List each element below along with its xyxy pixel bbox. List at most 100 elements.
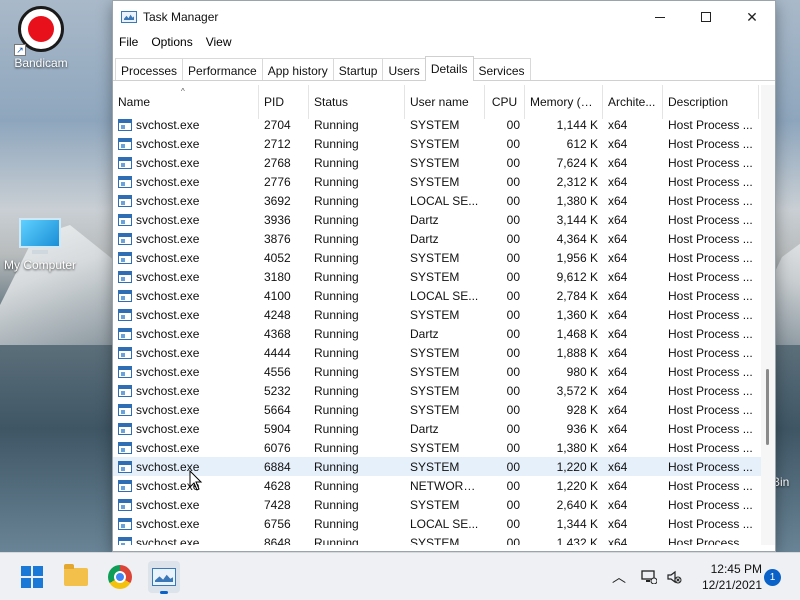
process-icon xyxy=(118,270,132,283)
desktop-icon-bandicam[interactable]: ↗ Bandicam xyxy=(6,6,76,70)
cell-description: Host Process ... xyxy=(668,440,753,455)
table-row[interactable]: svchost.exe 2712 Running SYSTEM 00 612 K x64 Ho… xyxy=(113,134,761,153)
tab-details[interactable]: Details xyxy=(424,56,474,81)
cell-pid: 4368 xyxy=(264,326,291,341)
table-row[interactable]: svchost.exe 7428 Running SYSTEM 00 2,640 K x64… xyxy=(113,495,761,514)
column-header-architecture[interactable]: Archite... xyxy=(603,85,663,119)
tab-strip: Processes Performance App history Startu… xyxy=(113,55,775,81)
process-name: svchost.exe xyxy=(136,231,200,246)
process-name: svchost.exe xyxy=(136,535,200,546)
table-row[interactable]: svchost.exe 3180 Running SYSTEM 00 9,612 K x64… xyxy=(113,267,761,286)
show-hidden-icons-button[interactable]: ︿ xyxy=(612,553,626,600)
column-header-description[interactable]: Description xyxy=(663,85,759,119)
cell-pid: 2768 xyxy=(264,155,291,170)
vertical-scrollbar[interactable] xyxy=(761,85,775,545)
table-row[interactable]: svchost.exe 8648 Running SYSTEM 00 1,432 K x64… xyxy=(113,533,761,545)
tab-services[interactable]: Services xyxy=(472,58,531,80)
cell-status: Running xyxy=(314,440,359,455)
process-icon xyxy=(118,498,132,511)
process-icon xyxy=(118,422,132,435)
table-row[interactable]: svchost.exe 6076 Running SYSTEM 00 1,380 K x64… xyxy=(113,438,761,457)
cell-memory: 3,572 K xyxy=(556,383,598,398)
cell-user-name: SYSTEM xyxy=(410,307,460,322)
cell-name: svchost.exe xyxy=(113,365,259,379)
table-row[interactable]: svchost.exe 3876 Running Dartz 00 4,364 K x64 H… xyxy=(113,229,761,248)
table-row[interactable]: svchost.exe 3936 Running Dartz 00 3,144 K x64 H… xyxy=(113,210,761,229)
cell-memory: 1,144 K xyxy=(556,117,598,132)
network-tray[interactable] xyxy=(640,553,658,600)
process-icon xyxy=(118,118,132,131)
cell-description: Host Process ... xyxy=(668,288,753,303)
tab-app-history[interactable]: App history xyxy=(261,58,334,80)
table-row[interactable]: svchost.exe 4444 Running SYSTEM 00 1,888 K x64… xyxy=(113,343,761,362)
minimize-button[interactable] xyxy=(637,1,683,33)
table-row[interactable]: svchost.exe 5904 Running Dartz 00 936 K x64 Hos… xyxy=(113,419,761,438)
column-header-status[interactable]: Status xyxy=(309,85,405,119)
taskbar-task-manager[interactable] xyxy=(148,561,180,594)
cell-cpu: 00 xyxy=(506,307,520,322)
table-row[interactable]: svchost.exe 6756 Running LOCAL SE... 00 1,344… xyxy=(113,514,761,533)
taskbar-file-explorer[interactable] xyxy=(60,561,92,593)
notification-badge[interactable]: 1 xyxy=(764,569,781,586)
cell-status: Running xyxy=(314,174,359,189)
table-row[interactable]: svchost.exe 2768 Running SYSTEM 00 7,624 K x64… xyxy=(113,153,761,172)
close-button[interactable]: ✕ xyxy=(729,1,775,33)
cell-status: Running xyxy=(314,383,359,398)
clock[interactable]: 12:45 PM 12/21/2021 xyxy=(692,561,762,593)
table-row[interactable]: svchost.exe 5664 Running SYSTEM 00 928 K x64 Ho… xyxy=(113,400,761,419)
taskbar-chrome[interactable] xyxy=(104,561,136,593)
menu-file[interactable]: File xyxy=(119,35,145,49)
scrollbar-thumb[interactable] xyxy=(766,369,769,445)
cell-name: svchost.exe xyxy=(113,535,259,546)
menu-options[interactable]: Options xyxy=(151,35,199,49)
cell-architecture: x64 xyxy=(608,117,628,132)
table-row[interactable]: svchost.exe 4368 Running Dartz 00 1,468 K x64 H… xyxy=(113,324,761,343)
column-header-name[interactable]: Name xyxy=(113,85,259,119)
cell-description: Host Process ... xyxy=(668,535,753,546)
tab-startup[interactable]: Startup xyxy=(332,58,384,80)
table-row[interactable]: svchost.exe 4052 Running SYSTEM 00 1,956 K x64… xyxy=(113,248,761,267)
tab-processes[interactable]: Processes xyxy=(115,58,184,80)
column-header-pid[interactable]: PID xyxy=(259,85,309,119)
column-header-memory[interactable]: Memory (a... xyxy=(525,85,603,119)
menu-view[interactable]: View xyxy=(206,35,239,49)
cell-user-name: LOCAL SE... xyxy=(410,516,479,531)
cell-cpu: 00 xyxy=(506,516,520,531)
column-header-user-name[interactable]: User name xyxy=(405,85,485,119)
title-bar[interactable]: Task Manager ✕ xyxy=(113,1,775,33)
cell-description: Host Process ... xyxy=(668,193,753,208)
table-row[interactable]: svchost.exe 5232 Running SYSTEM 00 3,572 K x64… xyxy=(113,381,761,400)
desktop-icon-my-computer[interactable]: My Computer xyxy=(0,218,80,272)
cell-architecture: x64 xyxy=(608,345,628,360)
table-row[interactable]: svchost.exe 2704 Running SYSTEM 00 1,144 K x64… xyxy=(113,115,761,134)
start-button[interactable] xyxy=(16,561,48,593)
cell-memory: 980 K xyxy=(566,364,598,379)
cell-status: Running xyxy=(314,288,359,303)
table-row[interactable]: svchost.exe 2776 Running SYSTEM 00 2,312 K x64… xyxy=(113,172,761,191)
cell-cpu: 00 xyxy=(506,421,520,436)
table-row[interactable]: svchost.exe 4100 Running LOCAL SE... 00 2,784… xyxy=(113,286,761,305)
cell-memory: 3,144 K xyxy=(556,212,598,227)
column-header-cpu[interactable]: CPU xyxy=(485,85,525,119)
table-row[interactable]: svchost.exe 4248 Running SYSTEM 00 1,360 K x64… xyxy=(113,305,761,324)
tab-users[interactable]: Users xyxy=(382,58,426,80)
cell-status: Running xyxy=(314,326,359,341)
cell-user-name: SYSTEM xyxy=(410,364,460,379)
cell-pid: 3180 xyxy=(264,269,291,284)
table-row[interactable]: svchost.exe 3692 Running LOCAL SE... 00 1,380… xyxy=(113,191,761,210)
monitor-icon xyxy=(19,218,61,248)
maximize-button[interactable] xyxy=(683,1,729,33)
process-name: svchost.exe xyxy=(136,383,200,398)
table-row[interactable]: svchost.exe 6884 Running SYSTEM 00 1,220 K x64… xyxy=(113,457,761,476)
cell-status: Running xyxy=(314,307,359,322)
process-name: svchost.exe xyxy=(136,250,200,265)
table-row[interactable]: svchost.exe 4628 Running NETWORK... 00 1,220 … xyxy=(113,476,761,495)
table-row[interactable]: svchost.exe 4556 Running SYSTEM 00 980 K x64 Ho… xyxy=(113,362,761,381)
clock-date: 12/21/2021 xyxy=(701,578,762,592)
cell-name: svchost.exe xyxy=(113,498,259,512)
process-icon xyxy=(118,346,132,359)
cell-memory: 2,784 K xyxy=(556,288,598,303)
tab-performance[interactable]: Performance xyxy=(182,58,263,80)
volume-tray[interactable] xyxy=(665,553,683,600)
cell-name: svchost.exe xyxy=(113,270,259,284)
